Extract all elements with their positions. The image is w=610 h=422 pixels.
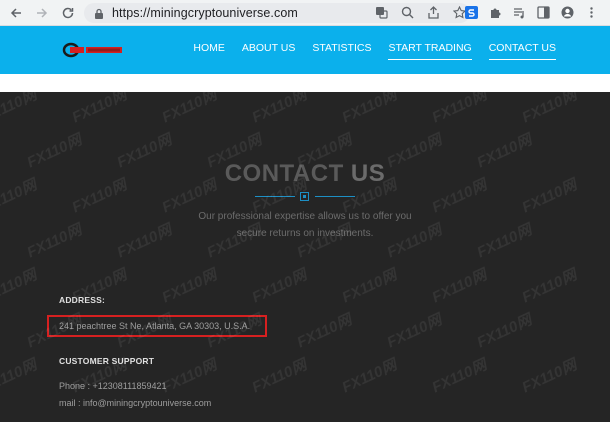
share-icon[interactable] <box>425 4 442 21</box>
header-strip <box>0 74 610 92</box>
site-header: HOME ABOUT US STATISTICS START TRADING C… <box>0 26 610 74</box>
title-divider <box>255 192 355 202</box>
page-title-light: CONTACT <box>224 160 351 187</box>
page-title: CONTACT US <box>0 160 610 188</box>
lock-icon <box>95 8 103 19</box>
back-icon[interactable] <box>6 3 26 23</box>
main-nav: HOME ABOUT US STATISTICS START TRADING C… <box>193 42 556 60</box>
media-queue-icon[interactable] <box>511 4 528 21</box>
more-menu-icon[interactable] <box>583 4 600 21</box>
customer-support-label: CUSTOMER SUPPORT <box>59 356 155 366</box>
browser-toolbar: https://miningcryptouniverse.com <box>0 0 610 26</box>
nav-about-us[interactable]: ABOUT US <box>242 42 295 60</box>
puzzle-extensions-icon[interactable] <box>487 4 504 21</box>
page-title-bold: US <box>350 160 386 187</box>
forward-icon[interactable] <box>32 3 52 23</box>
address-value: 241 peachtree St Ne, Atlanta, GA 30303, … <box>59 321 251 331</box>
extension-s-icon[interactable] <box>463 4 480 21</box>
tagline-line-1: Our professional expertise allows us to … <box>198 211 412 222</box>
nav-home[interactable]: HOME <box>193 42 225 60</box>
support-email[interactable]: mail : info@miningcryptouniverse.com <box>59 398 211 408</box>
zoom-icon[interactable] <box>399 4 416 21</box>
address-label: ADDRESS: <box>59 295 105 305</box>
nav-statistics[interactable]: STATISTICS <box>312 42 371 60</box>
tagline-line-2: secure returns on investments. <box>236 228 374 239</box>
side-panel-icon[interactable] <box>535 4 552 21</box>
nav-contact-us[interactable]: CONTACT US <box>488 42 556 60</box>
support-phone: Phone : +12308111859421 <box>59 381 167 391</box>
nav-start-trading[interactable]: START TRADING <box>388 42 472 60</box>
translate-icon[interactable] <box>373 4 390 21</box>
reload-icon[interactable] <box>58 3 78 23</box>
contact-section: CONTACT US Our professional expertise al… <box>0 92 610 422</box>
url-text: https://miningcryptouniverse.com <box>112 6 298 20</box>
profile-avatar-icon[interactable] <box>559 4 576 21</box>
tagline: Our professional expertise allows us to … <box>0 208 610 242</box>
site-logo[interactable] <box>62 42 124 58</box>
